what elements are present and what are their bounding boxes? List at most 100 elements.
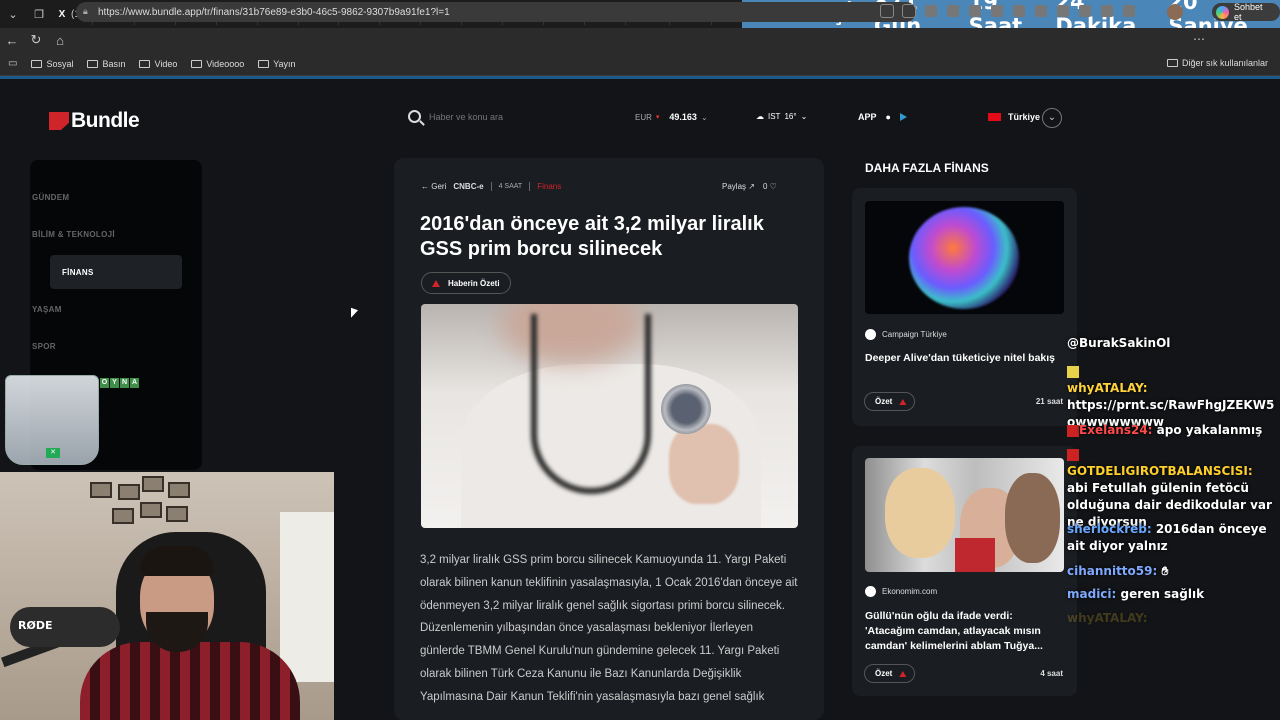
article-summary-button[interactable]: Haberin Özeti	[421, 272, 511, 294]
bookmark-label: Diğer sık kullanılanlar	[1181, 58, 1268, 68]
extension-icon[interactable]	[1035, 5, 1047, 17]
site-logo[interactable]: Bundle	[49, 109, 140, 133]
workspaces-icon[interactable]: ❐	[26, 0, 52, 28]
related-article-time: 21 saat	[1035, 397, 1063, 406]
chat-message	[1067, 363, 1277, 380]
tab-list-chevron-icon[interactable]: ⌄	[0, 0, 26, 28]
more-options-icon[interactable]: ⋯	[1193, 32, 1205, 46]
game-link[interactable]: O Y N A	[100, 378, 139, 388]
extension-icon[interactable]	[925, 5, 937, 17]
address-bar[interactable]: 🔒︎ https://www.bundle.app/tr/finans/31b7…	[76, 2, 916, 22]
extension-icon[interactable]	[1013, 5, 1025, 17]
search-icon[interactable]	[408, 110, 421, 123]
site-logo-text: Bundle	[71, 109, 140, 132]
refresh-icon[interactable]: ↻	[24, 32, 48, 48]
bookmark-label: Sosyal	[46, 58, 74, 69]
weather-widget[interactable]: ☁ IST 16° ⌄	[756, 112, 807, 121]
chat-username: Exelans24:	[1079, 423, 1153, 437]
share-icon: ↗	[748, 182, 755, 191]
page-top-border	[0, 76, 1280, 79]
folder-icon	[191, 59, 203, 68]
bookmark-folder[interactable]: Videoooo	[191, 59, 244, 69]
summary-label: Özet	[875, 669, 893, 678]
summary-button[interactable]: Özet	[864, 664, 916, 683]
profile-avatar[interactable]	[1167, 4, 1183, 20]
bookmark-folder[interactable]: Yayın	[258, 59, 296, 69]
article-body: 3,2 milyar liralık GSS prim borcu siline…	[420, 554, 798, 703]
sidebar-item-label: BİLİM & TEKNOLOJİ	[32, 229, 115, 239]
article-category[interactable]: Finans	[537, 182, 561, 191]
sidebar-item-yasam[interactable]: YAŞAM	[20, 292, 152, 326]
chat-message: sherlockreb: 2016dan önceye ait diyor ya…	[1067, 521, 1277, 555]
related-article-title[interactable]: Güllü'nün oğlu da ifade verdi: 'Atacağım…	[865, 609, 1065, 654]
collections-icon[interactable]	[1123, 5, 1135, 17]
related-article-title[interactable]: Deeper Alive'dan tüketiciye nitel bakış	[865, 351, 1065, 366]
chat-username: cihannitto59:	[1067, 564, 1158, 578]
bookmark-folder[interactable]: Sosyal	[31, 59, 73, 69]
share-button[interactable]: Paylaş ↗	[722, 182, 755, 191]
mic-brand: RØDE	[18, 619, 53, 632]
apple-icon[interactable]: ●	[886, 112, 891, 122]
folder-icon	[258, 59, 270, 68]
chat-username: GOTDELIGIROTBALANSCISI:	[1067, 464, 1253, 478]
sidebar-item-label: FİNANS	[62, 267, 94, 277]
chat-username: madici:	[1067, 587, 1117, 601]
sidebar-item-gundem[interactable]: GÜNDEM	[20, 180, 152, 214]
extension-icon[interactable]	[991, 5, 1003, 17]
zoom-icon[interactable]	[880, 4, 894, 18]
chat-message: Exelans24: apo yakalanmış	[1067, 422, 1277, 439]
summary-label: Özet	[875, 397, 893, 406]
bookmark-folder[interactable]: Video	[139, 59, 177, 69]
x-icon: X	[58, 8, 66, 20]
health-icon[interactable]	[1101, 5, 1113, 17]
copilot-button[interactable]: Sohbet et	[1212, 2, 1280, 22]
related-article-image	[865, 201, 1064, 314]
back-link[interactable]: ← Geri	[421, 182, 446, 191]
microphone: RØDE	[10, 607, 120, 647]
badge-icon	[1067, 365, 1079, 378]
source-logo-icon	[865, 329, 876, 340]
extension-icon[interactable]	[947, 5, 959, 17]
chevron-down-icon: ⌄	[800, 112, 808, 121]
extension-icon[interactable]	[969, 5, 981, 17]
sidebar-item-bilim-teknoloji[interactable]: BİLİM & TEKNOLOJİ	[20, 217, 152, 251]
currency-widget[interactable]: EUR ▾ 49.163 ⌄	[635, 112, 708, 122]
mouse-cursor	[351, 307, 358, 321]
country-selector[interactable]: Türkiye	[988, 112, 1040, 122]
sidebar-item-finans[interactable]: FİNANS	[50, 255, 182, 289]
sidebar-item-spor[interactable]: SPOR	[20, 329, 152, 363]
favorite-star-icon[interactable]	[902, 4, 916, 18]
more-finance-heading: DAHA FAZLA FİNANS	[865, 161, 989, 175]
chat-username: whyATALAY:	[1067, 611, 1148, 625]
weather-city: IST	[768, 112, 781, 121]
like-count: 0	[762, 182, 768, 191]
game-letter: Y	[110, 378, 119, 388]
google-play-icon[interactable]	[899, 113, 907, 121]
bundle-logo-icon	[49, 112, 69, 130]
summary-button-label: Haberin Özeti	[448, 278, 500, 288]
emote-icon: ✋︎	[1161, 564, 1169, 578]
summary-button[interactable]: Özet	[864, 392, 916, 411]
heart-icon: ♡	[769, 182, 777, 191]
country-dropdown-button[interactable]: ⌄	[1042, 108, 1062, 128]
related-article-card[interactable]: Campaign Türkiye Deeper Alive'dan tüketi…	[852, 188, 1077, 426]
other-bookmarks[interactable]: Diğer sık kullanılanlar	[1166, 58, 1268, 68]
url-text: https://www.bundle.app/tr/finans/31b76e8…	[98, 6, 450, 18]
home-icon[interactable]: ⌂	[48, 33, 72, 48]
site-search[interactable]	[408, 110, 609, 123]
like-button[interactable]: 0 ♡	[763, 182, 777, 191]
badge-icon	[1067, 448, 1079, 461]
back-icon[interactable]: ←	[0, 33, 24, 48]
turkey-flag-icon	[988, 113, 1001, 121]
favorites-icon[interactable]	[1079, 5, 1091, 17]
lock-icon[interactable]: 🔒︎	[83, 6, 88, 17]
chat-message: cihannitto59: ✋︎	[1067, 563, 1277, 580]
chat-message	[1067, 446, 1277, 463]
split-screen-icon[interactable]	[1057, 5, 1069, 17]
search-input[interactable]	[429, 111, 609, 122]
source-logo-icon	[865, 586, 876, 597]
bookmark-folder[interactable]: Basın	[87, 59, 125, 69]
article-source[interactable]: CNBC-e	[453, 182, 483, 191]
related-article-card[interactable]: Ekonomim.com Güllü'nün oğlu da ifade ver…	[852, 446, 1077, 696]
reading-list-icon[interactable]: ▭	[8, 58, 17, 69]
